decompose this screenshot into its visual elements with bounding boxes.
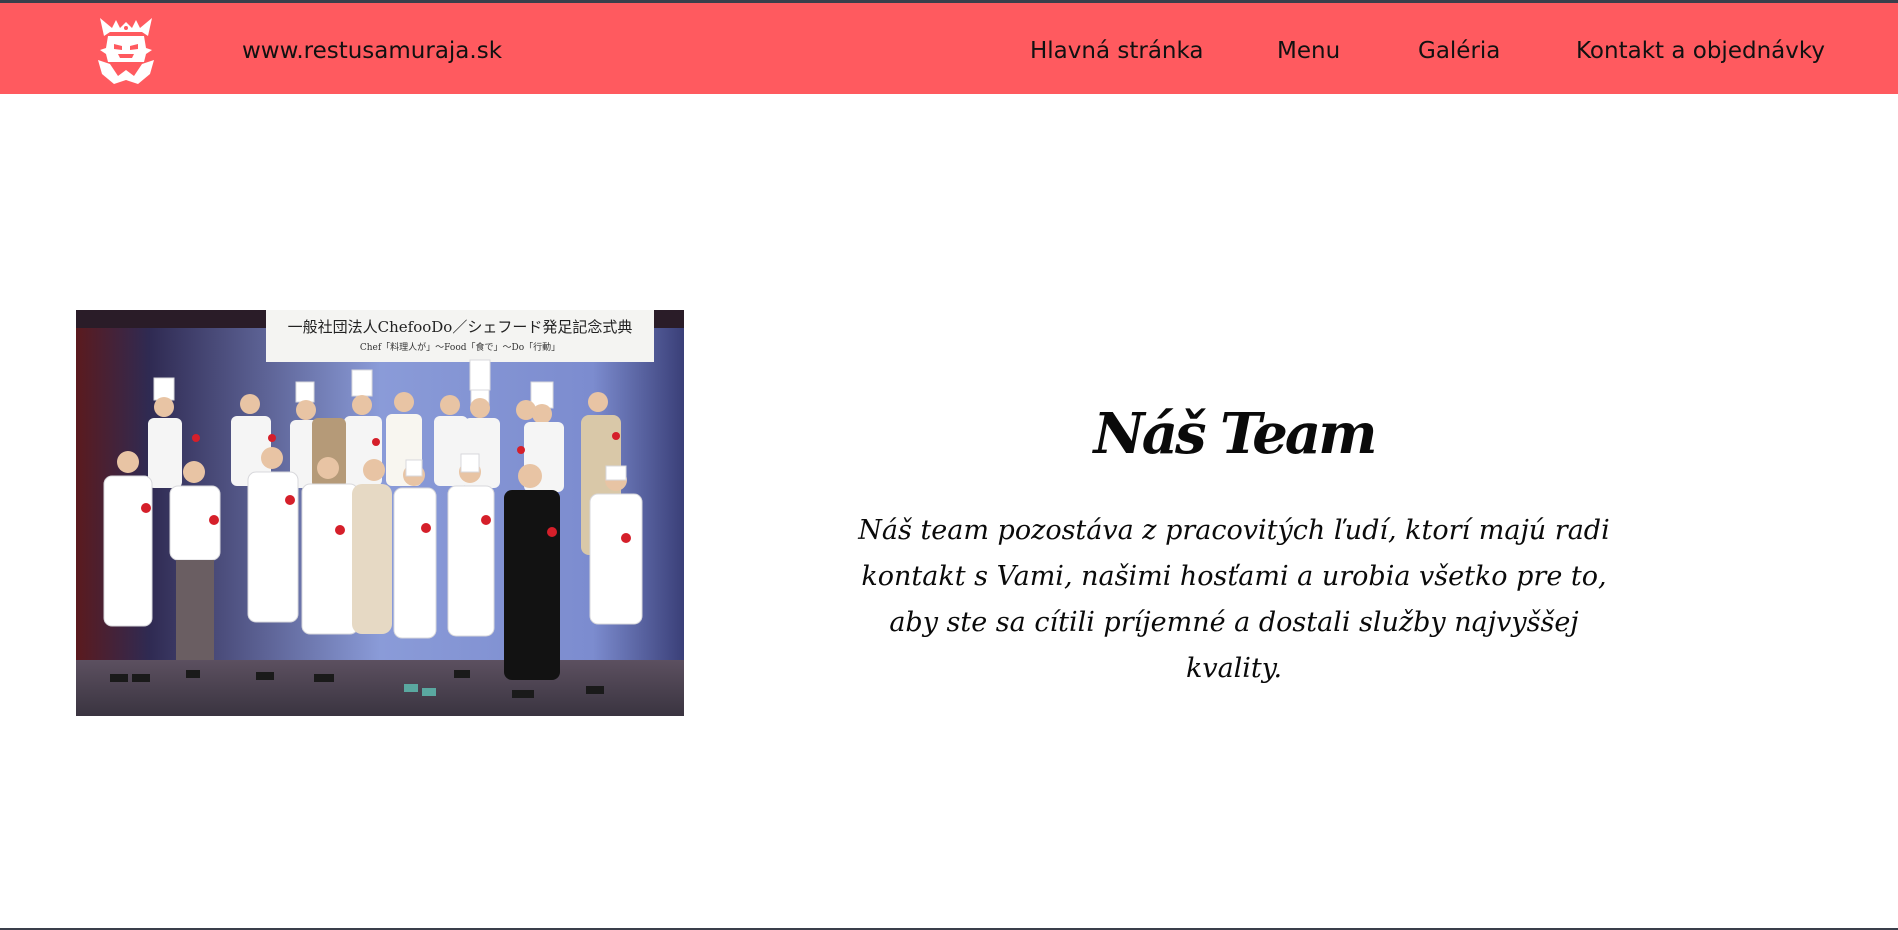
team-description: Náš team pozostáva z pracovitých ľudí, k… xyxy=(858,515,1610,684)
team-heading: Náš Team xyxy=(1093,401,1378,467)
nav-contact-orders[interactable]: Kontakt a objednávky xyxy=(1576,38,1825,64)
page: www.restusamuraja.sk Hlavná stránka Menu… xyxy=(0,0,1898,930)
banner-line-1: 一般社団法人ChefooDo／シェフード発足記念式典 xyxy=(288,318,633,336)
banner-line-2: Chef「料理人が」〜Food「食で」〜Do「行動」 xyxy=(360,341,560,353)
site-url-link[interactable]: www.restusamuraja.sk xyxy=(242,38,502,64)
navbar: www.restusamuraja.sk Hlavná stránka Menu… xyxy=(0,3,1898,94)
nav-gallery[interactable]: Galéria xyxy=(1418,38,1500,64)
nav-home[interactable]: Hlavná stránka xyxy=(1030,38,1204,64)
nav-menu[interactable]: Menu xyxy=(1277,38,1340,64)
team-photo: 一般社団法人ChefooDo／シェフード発足記念式典 Chef「料理人が」〜Fo… xyxy=(76,310,684,716)
samurai-helmet-icon[interactable] xyxy=(94,14,158,86)
